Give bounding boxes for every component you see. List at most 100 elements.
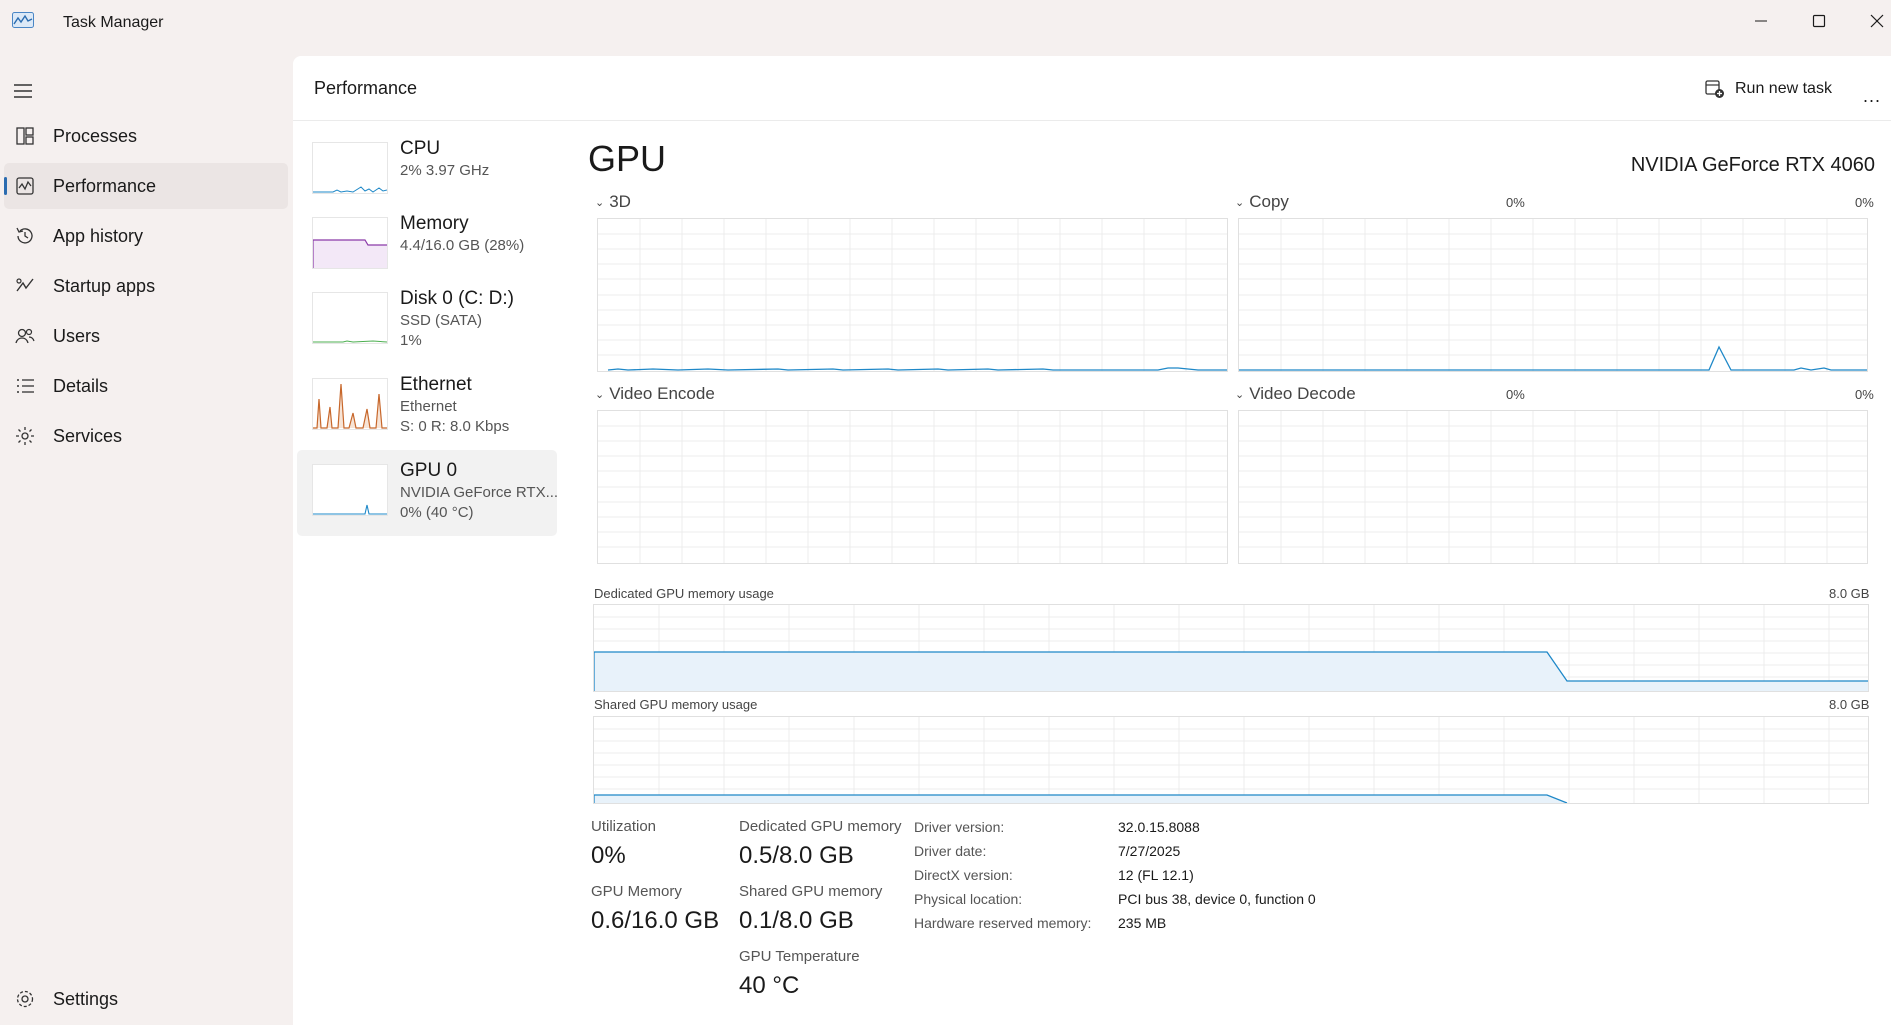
resource-detail: Ethernet bbox=[400, 398, 457, 415]
utilization-label: Utilization bbox=[591, 818, 657, 835]
sidebar-item-label: Performance bbox=[53, 175, 157, 196]
resource-name: CPU bbox=[400, 138, 441, 159]
window-title: Task Manager bbox=[63, 14, 164, 31]
chevron-down-icon: ⌄ bbox=[1235, 388, 1245, 401]
more-options-button[interactable]: ... bbox=[1863, 86, 1881, 107]
sidebar-item-processes[interactable]: Processes bbox=[4, 113, 288, 159]
resource-name: Memory bbox=[400, 213, 469, 234]
resource-item-memory[interactable]: Memory 4.4/16.0 GB (28%) bbox=[297, 203, 557, 289]
sidebar-item-app-history[interactable]: App history bbox=[4, 213, 288, 259]
users-icon bbox=[15, 328, 35, 344]
info-value: 7/27/2025 bbox=[1118, 843, 1181, 859]
info-value: 32.0.15.8088 bbox=[1118, 819, 1200, 835]
engine-graph-video-encode bbox=[597, 410, 1228, 564]
engine-name: Copy bbox=[1249, 192, 1289, 211]
sidebar-item-users[interactable]: Users bbox=[4, 313, 288, 359]
engine-selector-3d[interactable]: ⌄ 3D bbox=[595, 192, 631, 212]
gpu-memory-value: 0.6/16.0 GB bbox=[591, 907, 720, 934]
page-header: Performance Run new task ... bbox=[293, 56, 1891, 121]
gpu-memory-label: GPU Memory bbox=[591, 883, 682, 900]
startup-icon bbox=[16, 278, 34, 292]
history-icon bbox=[16, 227, 33, 244]
sidebar-item-label: Details bbox=[53, 375, 109, 396]
sidebar-item-label: Processes bbox=[53, 125, 138, 146]
title-bar: Task Manager bbox=[0, 0, 1891, 56]
resource-detail: 0% (40 °C) bbox=[400, 504, 474, 521]
engine-name: 3D bbox=[609, 192, 631, 211]
dedicated-memory-graph-max: 8.0 GB bbox=[1829, 586, 1870, 601]
engine-graph-3d bbox=[597, 218, 1228, 372]
engine-selector-video-encode[interactable]: ⌄ Video Encode bbox=[595, 384, 715, 404]
shared-memory-graph bbox=[593, 716, 1869, 804]
engine-percent: 0% bbox=[1855, 387, 1874, 402]
dedicated-memory-label: Dedicated GPU memory bbox=[739, 818, 902, 835]
sidebar: Processes Performance App history Startu… bbox=[0, 56, 293, 1025]
gpu-temperature-label: GPU Temperature bbox=[739, 948, 860, 965]
run-new-task-button[interactable]: Run new task bbox=[1705, 74, 1832, 104]
engine-name: Video Decode bbox=[1249, 384, 1356, 403]
info-key: Physical location: bbox=[914, 891, 1023, 907]
sidebar-item-label: App history bbox=[53, 225, 144, 246]
sidebar-item-details[interactable]: Details bbox=[4, 363, 288, 409]
shared-memory-graph-max: 8.0 GB bbox=[1829, 697, 1870, 712]
gpu-model-name: NVIDIA GeForce RTX 4060 bbox=[1630, 154, 1875, 176]
resource-detail: 2% 3.97 GHz bbox=[400, 162, 490, 179]
resource-item-cpu[interactable]: CPU 2% 3.97 GHz bbox=[297, 128, 557, 214]
minimize-icon bbox=[1755, 20, 1767, 22]
close-icon bbox=[1870, 14, 1884, 28]
resource-item-disk[interactable]: Disk 0 (C: D:) SSD (SATA) 1% bbox=[297, 278, 557, 364]
dedicated-memory-graph bbox=[593, 604, 1869, 692]
engine-percent: 0% bbox=[1855, 195, 1874, 210]
resource-name: GPU 0 bbox=[400, 460, 458, 481]
info-value: 235 MB bbox=[1118, 915, 1167, 931]
details-icon bbox=[17, 379, 34, 393]
hamburger-menu-icon[interactable] bbox=[12, 80, 34, 102]
resource-name: Ethernet bbox=[400, 374, 472, 395]
maximize-button[interactable] bbox=[1790, 0, 1848, 42]
sidebar-item-startup-apps[interactable]: Startup apps bbox=[4, 263, 288, 309]
engine-graph-video-decode bbox=[1238, 410, 1868, 564]
sidebar-item-label: Settings bbox=[53, 988, 119, 1009]
info-key: DirectX version: bbox=[914, 867, 1013, 883]
sidebar-item-label: Users bbox=[53, 325, 101, 346]
run-task-icon bbox=[1705, 80, 1724, 98]
chevron-down-icon: ⌄ bbox=[1235, 196, 1245, 209]
cpu-thumbnail-graph bbox=[312, 142, 388, 194]
chevron-down-icon: ⌄ bbox=[595, 196, 605, 209]
engine-percent: 0% bbox=[1506, 387, 1525, 402]
resource-item-gpu[interactable]: GPU 0 NVIDIA GeForce RTX... 0% (40 °C) bbox=[297, 450, 558, 536]
info-value: 12 (FL 12.1) bbox=[1118, 867, 1194, 883]
minimize-button[interactable] bbox=[1732, 0, 1790, 42]
main-panel: Performance Run new task ... CPU 2% 3.97… bbox=[293, 56, 1891, 1025]
sidebar-item-performance[interactable]: Performance bbox=[4, 163, 288, 209]
sidebar-item-services[interactable]: Services bbox=[4, 413, 288, 459]
info-value: PCI bus 38, device 0, function 0 bbox=[1118, 891, 1316, 907]
gear-icon bbox=[16, 990, 34, 1008]
resource-detail: S: 0 R: 8.0 Kbps bbox=[400, 418, 510, 435]
dedicated-memory-graph-label: Dedicated GPU memory usage bbox=[594, 586, 774, 601]
info-key: Driver version: bbox=[914, 819, 1005, 835]
shared-memory-value: 0.1/8.0 GB bbox=[739, 907, 854, 934]
processes-icon bbox=[16, 127, 34, 145]
performance-icon bbox=[16, 177, 34, 195]
resource-item-ethernet[interactable]: Ethernet Ethernet S: 0 R: 8.0 Kbps bbox=[297, 364, 557, 450]
shared-memory-graph-label: Shared GPU memory usage bbox=[594, 697, 758, 712]
info-key: Driver date: bbox=[914, 843, 987, 859]
engine-selector-copy[interactable]: ⌄ Copy bbox=[1235, 192, 1289, 212]
task-manager-logo-icon bbox=[12, 12, 34, 28]
engine-name: Video Encode bbox=[609, 384, 715, 403]
active-indicator bbox=[4, 177, 7, 195]
engine-percent: 0% bbox=[1506, 195, 1525, 210]
services-icon bbox=[16, 427, 34, 445]
shared-memory-label: Shared GPU memory bbox=[739, 883, 883, 900]
dedicated-memory-value: 0.5/8.0 GB bbox=[739, 842, 854, 869]
close-button[interactable] bbox=[1848, 0, 1891, 42]
disk-thumbnail-graph bbox=[312, 292, 388, 344]
sidebar-item-settings[interactable]: Settings bbox=[4, 976, 288, 1022]
chevron-down-icon: ⌄ bbox=[595, 388, 605, 401]
sidebar-item-label: Startup apps bbox=[53, 275, 156, 296]
engine-selector-video-decode[interactable]: ⌄ Video Decode bbox=[1235, 384, 1356, 404]
resource-detail: 4.4/16.0 GB (28%) bbox=[400, 237, 525, 254]
gpu-thumbnail-graph bbox=[312, 464, 388, 516]
gpu-temperature-value: 40 °C bbox=[739, 972, 800, 999]
